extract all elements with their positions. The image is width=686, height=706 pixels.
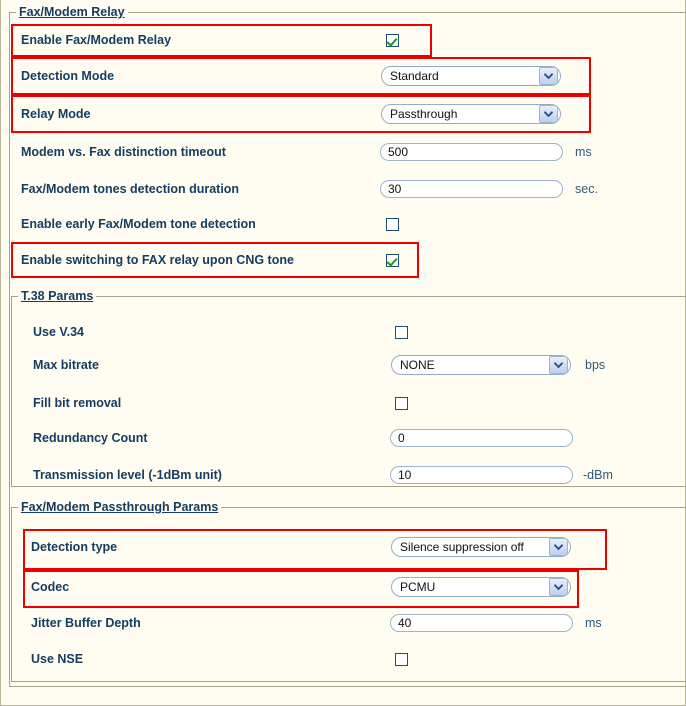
input-redundancy-count[interactable] <box>390 429 573 447</box>
row-tones-duration: Fax/Modem tones detection duration sec. <box>1 171 685 207</box>
unit-tones-duration: sec. <box>575 182 598 196</box>
select-detection-mode[interactable]: Standard <box>381 66 561 86</box>
checkbox-cng-switch[interactable] <box>386 253 399 267</box>
row-enable-fax-modem-relay: Enable Fax/Modem Relay <box>1 22 685 58</box>
chevron-down-icon[interactable] <box>549 356 568 374</box>
label-redundancy-count: Redundancy Count <box>33 431 148 445</box>
row-codec: Codec PCMU <box>1 570 685 604</box>
settings-page: Fax/Modem Relay Enable Fax/Modem Relay D… <box>0 0 686 706</box>
row-max-bitrate: Max bitrate NONE bps <box>1 348 685 382</box>
select-codec[interactable]: PCMU <box>391 577 571 597</box>
fax-modem-relay-legend: Fax/Modem Relay <box>19 5 125 19</box>
row-detection-type: Detection type Silence suppression off <box>1 530 685 564</box>
label-use-nse: Use NSE <box>31 652 84 666</box>
label-detection-mode: Detection Mode <box>21 69 115 83</box>
input-transmission-level[interactable] <box>390 466 573 484</box>
label-cng-switch: Enable switching to FAX relay upon CNG t… <box>21 253 294 267</box>
row-use-nse: Use NSE <box>1 642 685 676</box>
fax-modem-passthrough-params-legend: Fax/Modem Passthrough Params <box>21 500 219 514</box>
checkbox-use-v34[interactable] <box>395 325 408 339</box>
row-redundancy-count: Redundancy Count <box>1 421 685 455</box>
label-tones-duration: Fax/Modem tones detection duration <box>21 182 240 196</box>
label-jitter-buffer-depth: Jitter Buffer Depth <box>31 616 141 630</box>
checkbox-use-nse[interactable] <box>395 652 408 666</box>
row-use-v34: Use V.34 <box>1 315 685 349</box>
checkbox-fill-bit-removal[interactable] <box>395 396 408 410</box>
select-max-bitrate[interactable]: NONE <box>391 355 571 375</box>
input-modem-fax-timeout[interactable] <box>380 143 563 161</box>
checkbox-early-tone-detection[interactable] <box>386 217 399 231</box>
label-enable-fax-modem-relay: Enable Fax/Modem Relay <box>21 33 172 47</box>
select-detection-type[interactable]: Silence suppression off <box>391 537 571 557</box>
label-relay-mode: Relay Mode <box>21 107 91 121</box>
chevron-down-icon[interactable] <box>539 105 558 123</box>
select-max-bitrate-value: NONE <box>400 358 435 372</box>
row-early-tone-detection: Enable early Fax/Modem tone detection <box>1 206 685 242</box>
select-relay-mode-value: Passthrough <box>390 107 458 121</box>
label-modem-fax-timeout: Modem vs. Fax distinction timeout <box>21 145 226 159</box>
select-relay-mode[interactable]: Passthrough <box>381 104 561 124</box>
label-early-tone-detection: Enable early Fax/Modem tone detection <box>21 217 256 231</box>
row-jitter-buffer-depth: Jitter Buffer Depth ms <box>1 606 685 640</box>
unit-max-bitrate: bps <box>585 358 606 372</box>
row-modem-fax-timeout: Modem vs. Fax distinction timeout ms <box>1 134 685 170</box>
unit-transmission-level: -dBm <box>583 468 613 482</box>
chevron-down-icon[interactable] <box>549 578 568 596</box>
unit-modem-fax-timeout: ms <box>575 145 592 159</box>
label-detection-type: Detection type <box>31 540 118 554</box>
select-codec-value: PCMU <box>400 580 436 594</box>
input-jitter-buffer-depth[interactable] <box>390 614 573 632</box>
label-max-bitrate: Max bitrate <box>33 358 99 372</box>
label-fill-bit-removal: Fill bit removal <box>33 396 122 410</box>
row-transmission-level: Transmission level (-1dBm unit) -dBm <box>1 458 685 492</box>
t38-params-legend: T.38 Params <box>21 289 94 303</box>
unit-jitter-buffer-depth: ms <box>585 616 602 630</box>
chevron-down-icon[interactable] <box>539 67 558 85</box>
select-detection-type-value: Silence suppression off <box>400 540 524 554</box>
checkbox-enable-fax-modem-relay[interactable] <box>386 33 399 47</box>
chevron-down-icon[interactable] <box>549 538 568 556</box>
input-tones-duration[interactable] <box>380 180 563 198</box>
label-codec: Codec <box>31 580 70 594</box>
row-detection-mode: Detection Mode Standard <box>1 58 685 94</box>
row-fill-bit-removal: Fill bit removal <box>1 386 685 420</box>
row-cng-switch: Enable switching to FAX relay upon CNG t… <box>1 242 685 278</box>
label-use-v34: Use V.34 <box>33 325 84 339</box>
label-transmission-level: Transmission level (-1dBm unit) <box>33 468 222 482</box>
select-detection-mode-value: Standard <box>390 69 439 83</box>
row-relay-mode: Relay Mode Passthrough <box>1 96 685 132</box>
